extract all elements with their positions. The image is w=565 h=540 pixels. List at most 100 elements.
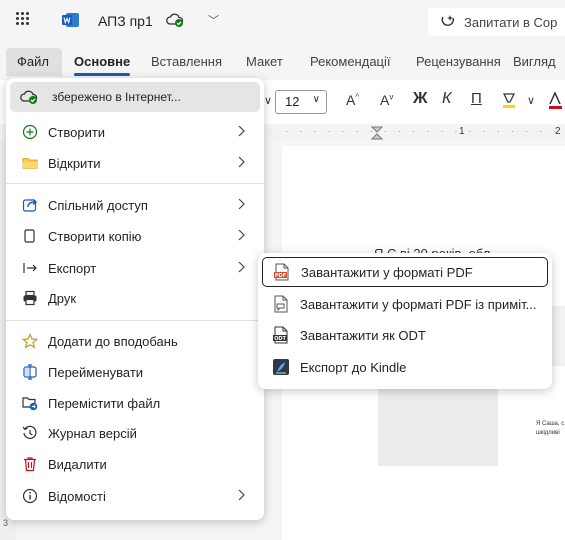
export-item-label: Завантажити у форматі PDF: [301, 264, 473, 280]
chevron-right-icon: [238, 156, 245, 168]
copilot-icon: [441, 15, 454, 26]
export-item-label: Експорт до Kindle: [300, 359, 407, 375]
export-download-odt[interactable]: ODT Завантажити як ODT: [262, 320, 548, 350]
menu-item-print[interactable]: Друк: [6, 283, 264, 313]
copy-icon: [22, 228, 38, 244]
italic-icon[interactable]: К: [442, 90, 451, 108]
menu-item-label: Відомості: [48, 488, 106, 504]
info-icon: [22, 488, 38, 504]
export-icon: [22, 260, 38, 276]
copilot-search-placeholder: Запитати в Cop: [464, 14, 558, 30]
folder-icon: [22, 155, 38, 171]
ruler-number-1: 1: [459, 126, 465, 137]
odt-icon: ODT: [272, 326, 290, 344]
vertical-ruler-number: 3: [3, 518, 9, 528]
chevron-right-icon: [238, 125, 245, 137]
title-bar: АПЗ пр1 ﹀ Запитати в Cop: [0, 0, 565, 44]
tab-insert[interactable]: Вставлення: [151, 54, 222, 69]
font-size-value: 12: [285, 94, 300, 109]
pdf-icon: PDF: [273, 263, 291, 281]
horizontal-ruler: · · · · · · · · · · · · · · · · · · · · …: [265, 126, 565, 140]
menu-item-label: Створити: [48, 124, 106, 140]
word-logo-icon: [62, 13, 79, 27]
menu-divider: [6, 320, 264, 321]
chevron-right-icon: [238, 229, 245, 241]
underline-icon[interactable]: П: [471, 90, 482, 107]
menu-item-label: Спільний доступ: [48, 197, 148, 213]
menu-item-open[interactable]: Відкрити: [6, 148, 264, 178]
menu-item-share[interactable]: Спільний доступ: [6, 190, 264, 220]
tab-review[interactable]: Рецензування: [416, 54, 501, 69]
kindle-icon: [272, 358, 290, 376]
chevron-right-icon: [238, 261, 245, 273]
menu-divider: [6, 183, 264, 184]
star-icon: [22, 333, 38, 349]
tab-file[interactable]: Файл: [6, 48, 62, 76]
menu-item-new[interactable]: Створити: [6, 117, 264, 147]
highlighter-icon[interactable]: [501, 92, 517, 110]
export-item-label: Завантажити як ODT: [300, 327, 426, 343]
chevron-down-icon[interactable]: ﹀: [208, 12, 219, 28]
document-image: [378, 386, 498, 466]
trash-icon: [22, 456, 38, 472]
small-text-line-1: Я Саша, с: [536, 421, 565, 427]
export-download-pdf[interactable]: PDF Завантажити у форматі PDF: [262, 257, 548, 287]
menu-item-favorite[interactable]: Додати до вподобань: [6, 326, 264, 356]
chevron-down-icon[interactable]: ∨: [527, 94, 535, 107]
save-status-text: збережено в Інтернет...: [52, 90, 181, 104]
menu-item-label: Створити копію: [48, 228, 142, 244]
cloud-saved-icon: [166, 13, 184, 27]
tab-view[interactable]: Вигляд: [513, 54, 556, 69]
pdf-comments-icon: [272, 295, 290, 313]
menu-item-move[interactable]: Перемістити файл: [6, 388, 264, 418]
menu-item-label: Експорт: [48, 260, 97, 276]
font-name-chevron-icon[interactable]: ∨: [264, 94, 272, 107]
plus-circle-icon: [22, 124, 38, 140]
share-icon: [22, 197, 38, 213]
menu-item-label: Перейменувати: [48, 364, 144, 380]
copilot-search-box[interactable]: Запитати в Cop: [428, 8, 565, 36]
bold-icon[interactable]: Ж: [413, 90, 427, 108]
tab-layout[interactable]: Макет: [246, 54, 283, 69]
rename-icon: [22, 364, 38, 380]
font-color-icon[interactable]: [548, 92, 562, 110]
tab-references[interactable]: Рекомендації: [310, 54, 391, 69]
small-text-line-2: шкідливі: [536, 430, 560, 436]
menu-item-export[interactable]: Експорт: [6, 253, 264, 283]
move-file-icon: [22, 395, 38, 411]
document-small-text: Я Саша, с шкідливі: [536, 420, 564, 438]
indent-marker-icon[interactable]: [371, 126, 383, 140]
export-kindle[interactable]: Експорт до Kindle: [262, 352, 548, 382]
export-submenu: PDF Завантажити у форматі PDF Завантажит…: [258, 253, 552, 389]
menu-item-label: Додати до вподобань: [48, 333, 178, 349]
chevron-right-icon: [238, 198, 245, 210]
file-menu: збережено в Інтернет... Створити Відкрит…: [6, 78, 264, 520]
app-launcher-icon[interactable]: [16, 12, 30, 26]
history-icon: [22, 425, 38, 441]
ruler-ticks: · · · · · · · · · · · · · · · · · · · ·: [285, 126, 561, 137]
cloud-saved-icon: [20, 90, 38, 104]
document-title[interactable]: АПЗ пр1: [98, 13, 153, 29]
tab-home[interactable]: Основне: [74, 54, 131, 76]
grow-font-icon[interactable]: A^: [346, 92, 359, 108]
chevron-down-icon: ∨: [312, 94, 320, 105]
menu-item-info[interactable]: Відомості: [6, 481, 264, 511]
menu-item-rename[interactable]: Перейменувати: [6, 357, 264, 387]
menu-item-copy[interactable]: Створити копію: [6, 221, 264, 251]
menu-item-label: Видалити: [48, 456, 107, 472]
shrink-font-icon[interactable]: Av: [380, 92, 393, 108]
menu-item-label: Перемістити файл: [48, 395, 161, 411]
export-download-pdf-comments[interactable]: Завантажити у форматі PDF із приміт...: [262, 289, 548, 319]
svg-text:PDF: PDF: [275, 273, 286, 279]
menu-item-delete[interactable]: Видалити: [6, 449, 264, 479]
menu-item-label: Журнал версій: [48, 425, 137, 441]
menu-item-version-history[interactable]: Журнал версій: [6, 418, 264, 448]
svg-text:ODT: ODT: [274, 336, 286, 342]
export-item-label: Завантажити у форматі PDF із приміт...: [300, 296, 537, 312]
chevron-right-icon: [238, 489, 245, 501]
ruler-number-2: 2: [555, 126, 561, 137]
ribbon-tabs: Файл Основне Вставлення Макет Рекомендац…: [0, 44, 565, 76]
font-size-select[interactable]: 12 ∨: [275, 90, 327, 114]
save-status-banner: збережено в Інтернет...: [10, 82, 260, 112]
menu-item-label: Відкрити: [48, 155, 101, 171]
